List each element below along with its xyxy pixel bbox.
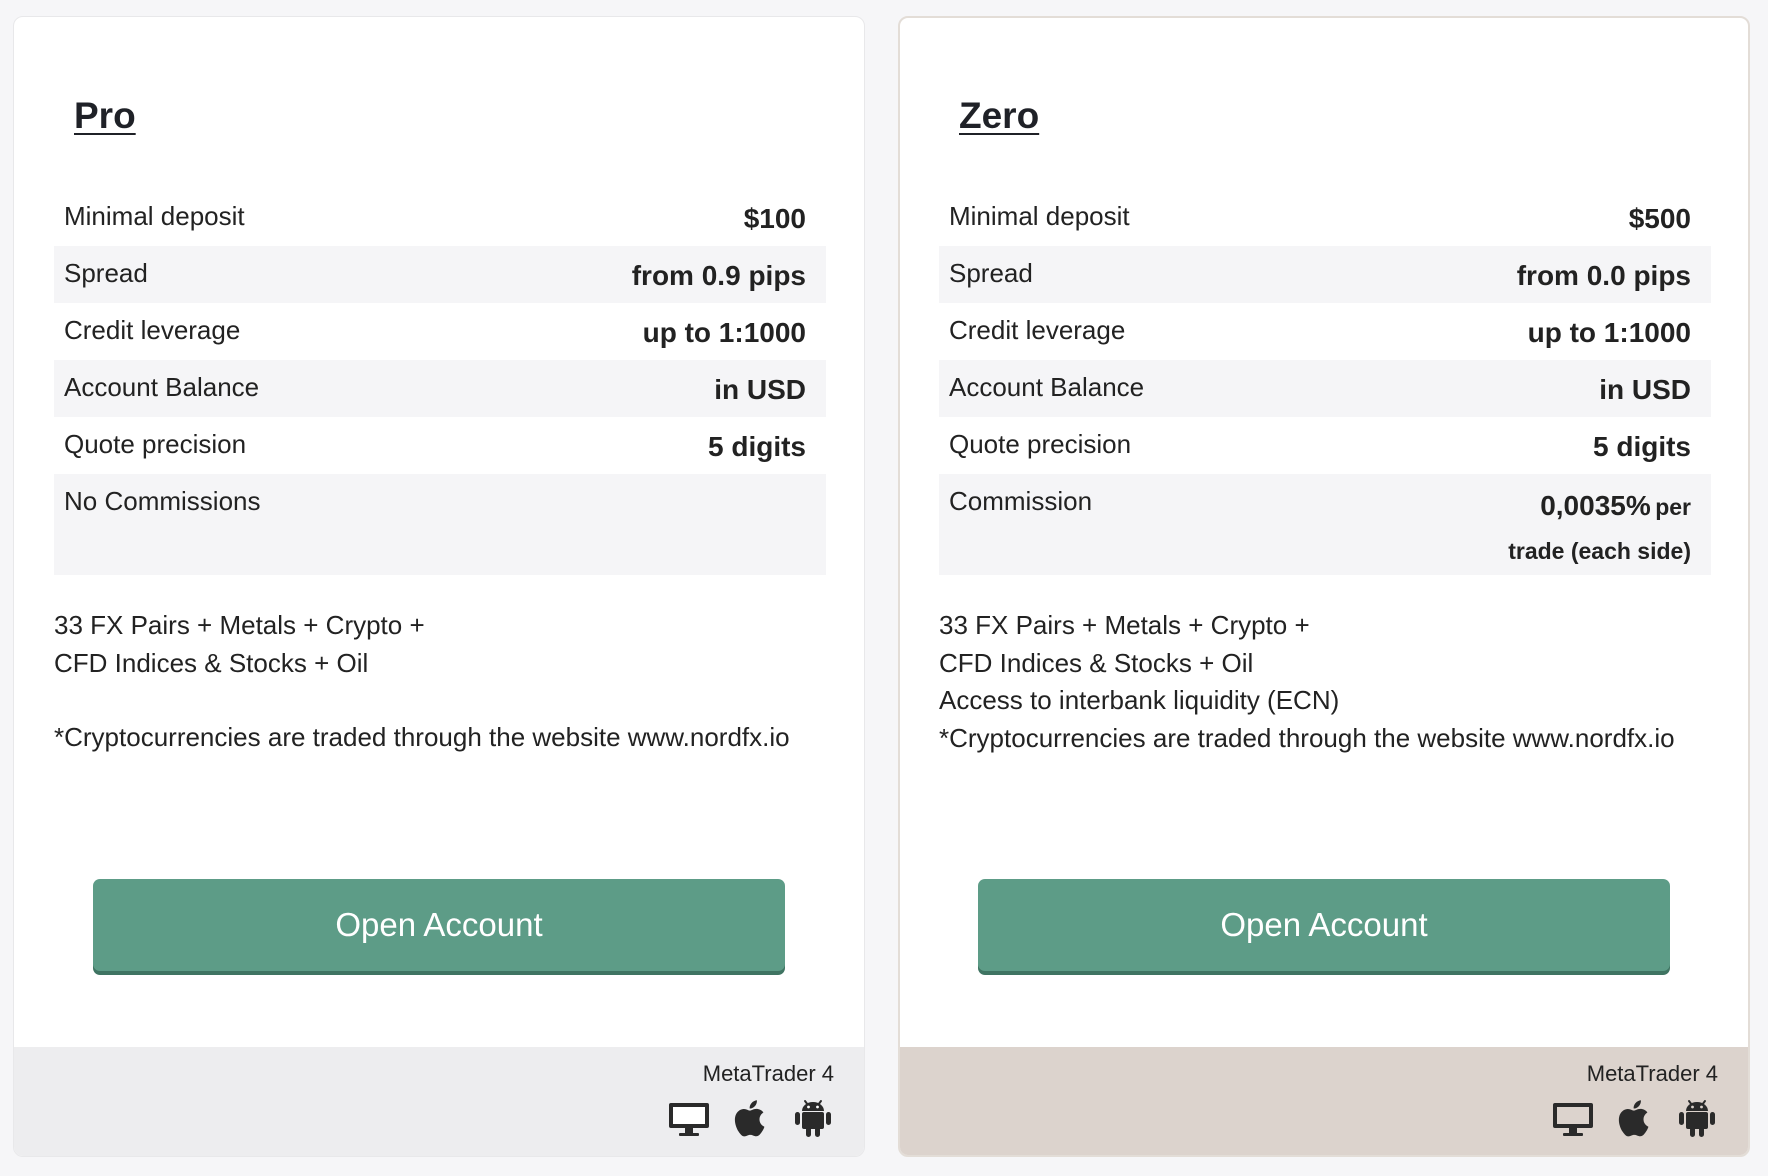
spec-row-account-balance: Account Balance in USD	[54, 360, 826, 417]
spec-value: 5 digits	[707, 431, 806, 462]
spec-label: Minimal deposit	[949, 201, 1130, 231]
spec-row-spread: Spread from 0.0 pips	[939, 246, 1711, 303]
spec-row-commission: Commission 0,0035% per trade (each side)	[939, 474, 1711, 575]
specs-table: Minimal deposit $500 Spread from 0.0 pip…	[939, 189, 1711, 575]
open-account-button[interactable]: Open Account	[978, 879, 1670, 971]
spec-row-quote-precision: Quote precision 5 digits	[54, 417, 826, 474]
spec-label: Account Balance	[949, 372, 1145, 402]
feature-line: *Cryptocurrencies are traded through the…	[54, 722, 790, 752]
spec-label: Minimal deposit	[64, 201, 245, 231]
spec-row-commission: No Commissions	[54, 474, 826, 575]
spec-value: up to 1:1000	[642, 317, 806, 348]
card-title[interactable]: Zero	[959, 95, 1039, 137]
spec-label: Quote precision	[949, 429, 1132, 459]
android-icon[interactable]	[1674, 1095, 1720, 1141]
desktop-icon[interactable]	[666, 1095, 712, 1141]
android-icon[interactable]	[790, 1095, 836, 1141]
spec-row-minimal-deposit: Minimal deposit $100	[54, 189, 826, 246]
platform-icons	[666, 1095, 836, 1141]
card-footer: MetaTrader 4	[14, 1047, 864, 1156]
feature-line: CFD Indices & Stocks + Oil	[939, 647, 1254, 678]
spec-value: up to 1:1000	[1527, 317, 1691, 348]
spec-row-credit-leverage: Credit leverage up to 1:1000	[939, 303, 1711, 360]
feature-line: Access to interbank liquidity (ECN)	[939, 685, 1340, 715]
card-title[interactable]: Pro	[74, 95, 136, 137]
spec-label: Commission	[949, 486, 1093, 516]
spec-value: from 0.0 pips	[1516, 260, 1691, 291]
spec-label: Account Balance	[64, 372, 260, 402]
account-card-pro: Pro Minimal deposit $100 Spread from 0.9…	[13, 16, 865, 1157]
spec-value: in USD	[714, 374, 806, 405]
spec-row-account-balance: Account Balance in USD	[939, 360, 1711, 417]
open-account-button[interactable]: Open Account	[93, 879, 785, 971]
commission-line-1: 0,0035% per	[1508, 486, 1691, 531]
platform-name: MetaTrader 4	[1586, 1061, 1718, 1086]
spec-value: $500	[1628, 203, 1691, 234]
feature-line: 33 FX Pairs + Metals + Crypto +	[939, 610, 1310, 640]
features-text: 33 FX Pairs + Metals + Crypto + CFD Indi…	[54, 607, 790, 757]
feature-spacer	[54, 682, 790, 719]
spec-row-quote-precision: Quote precision 5 digits	[939, 417, 1711, 474]
specs-table: Minimal deposit $100 Spread from 0.9 pip…	[54, 189, 826, 575]
feature-line: *Cryptocurrencies are traded through the…	[939, 722, 1675, 753]
commission-line-2: trade (each side)	[1508, 538, 1691, 564]
desktop-icon[interactable]	[1550, 1095, 1596, 1141]
spec-label: Credit leverage	[949, 315, 1126, 345]
apple-icon[interactable]	[1612, 1095, 1658, 1141]
commission-suffix: per	[1655, 494, 1691, 520]
spec-label: Credit leverage	[64, 315, 241, 345]
commission-rate: 0,0035%	[1540, 490, 1651, 521]
spec-label: Spread	[64, 258, 148, 288]
spec-row-credit-leverage: Credit leverage up to 1:1000	[54, 303, 826, 360]
card-footer: MetaTrader 4	[900, 1047, 1748, 1155]
spec-row-spread: Spread from 0.9 pips	[54, 246, 826, 303]
spec-value: from 0.9 pips	[631, 260, 806, 291]
spec-value: in USD	[1599, 374, 1691, 405]
spec-row-minimal-deposit: Minimal deposit $500	[939, 189, 1711, 246]
apple-icon[interactable]	[728, 1095, 774, 1141]
spec-label: Spread	[949, 258, 1033, 288]
account-card-zero: Zero Minimal deposit $500 Spread from 0.…	[898, 16, 1750, 1157]
platform-icons	[1550, 1095, 1720, 1141]
spec-value: $100	[743, 203, 806, 234]
spec-label: Quote precision	[64, 429, 247, 459]
platform-name: MetaTrader 4	[702, 1061, 834, 1086]
features-text: 33 FX Pairs + Metals + Crypto + CFD Indi…	[939, 607, 1675, 757]
commission-value: 0,0035% per trade (each side)	[1508, 474, 1691, 571]
spec-label: No Commissions	[64, 486, 261, 516]
spec-value: 5 digits	[1592, 431, 1691, 462]
feature-line: CFD Indices & Stocks + Oil	[54, 647, 369, 678]
feature-line: 33 FX Pairs + Metals + Crypto +	[54, 610, 425, 640]
